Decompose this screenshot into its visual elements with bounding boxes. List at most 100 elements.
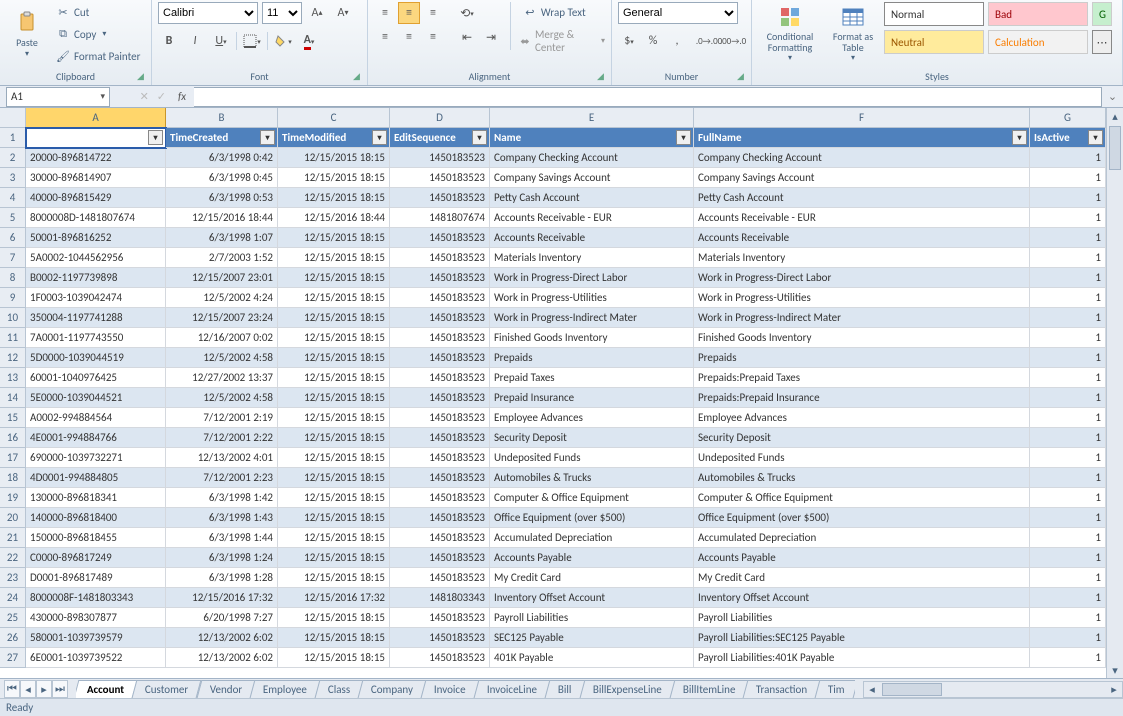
cell[interactable]: 12/15/2015 18:15 <box>278 248 390 268</box>
row-header[interactable]: 1 <box>0 128 26 148</box>
cell[interactable]: 1450183523 <box>390 488 490 508</box>
row-header[interactable]: 21 <box>0 528 26 548</box>
cell[interactable]: 6/20/1998 7:27 <box>166 608 278 628</box>
cell[interactable]: Prepaids:Prepaid Insurance <box>694 388 1030 408</box>
cell[interactable]: 1450183523 <box>390 448 490 468</box>
filter-dropdown-icon[interactable]: ▾ <box>1088 130 1103 145</box>
cell[interactable]: 12/15/2015 18:15 <box>278 348 390 368</box>
cell[interactable]: 2/7/2003 1:52 <box>166 248 278 268</box>
cell[interactable]: Computer & Office Equipment <box>694 488 1030 508</box>
cell[interactable]: 12/15/2015 18:15 <box>278 308 390 328</box>
cell[interactable]: 6/3/1998 1:42 <box>166 488 278 508</box>
cell[interactable]: 12/15/2015 18:15 <box>278 388 390 408</box>
cell[interactable]: Petty Cash Account <box>694 188 1030 208</box>
table-header-cell[interactable]: EditSequence▾ <box>390 128 490 148</box>
cell[interactable]: 12/15/2015 18:15 <box>278 168 390 188</box>
cell[interactable]: 12/15/2015 18:15 <box>278 188 390 208</box>
table-header-cell[interactable]: ListID▾ <box>26 128 166 148</box>
increase-decimal-button[interactable]: .0→.00 <box>698 30 720 52</box>
cell[interactable]: 1450183523 <box>390 188 490 208</box>
name-box[interactable]: A1▾ <box>6 87 110 107</box>
cell[interactable]: 6/3/1998 1:43 <box>166 508 278 528</box>
row-header[interactable]: 7 <box>0 248 26 268</box>
cell[interactable]: Payroll Liabilities:SEC125 Payable <box>694 628 1030 648</box>
currency-button[interactable]: $▾ <box>618 30 640 52</box>
cell[interactable]: 1 <box>1030 208 1106 228</box>
row-header[interactable]: 13 <box>0 368 26 388</box>
cell[interactable]: Employee Advances <box>490 408 694 428</box>
cell[interactable]: 1450183523 <box>390 368 490 388</box>
cell[interactable]: 5A0002-1044562956 <box>26 248 166 268</box>
number-launcher[interactable]: ◢ <box>737 71 749 83</box>
row-header[interactable]: 10 <box>0 308 26 328</box>
align-right-button[interactable]: ≡ <box>422 26 444 48</box>
cell[interactable]: 7A0001-1197743550 <box>26 328 166 348</box>
row-header[interactable]: 17 <box>0 448 26 468</box>
cell[interactable]: 6/3/1998 0:45 <box>166 168 278 188</box>
cell[interactable]: 12/16/2007 0:02 <box>166 328 278 348</box>
style-good[interactable]: G <box>1092 2 1112 26</box>
cell[interactable]: 30000-896814907 <box>26 168 166 188</box>
cell[interactable]: 7/12/2001 2:23 <box>166 468 278 488</box>
row-header[interactable]: 14 <box>0 388 26 408</box>
cell[interactable]: 1450183523 <box>390 228 490 248</box>
cell[interactable]: 1 <box>1030 468 1106 488</box>
cell[interactable]: Security Deposit <box>490 428 694 448</box>
cell[interactable]: 6/3/1998 0:42 <box>166 148 278 168</box>
cell[interactable]: 1 <box>1030 188 1106 208</box>
row-header[interactable]: 18 <box>0 468 26 488</box>
cell[interactable]: My Credit Card <box>694 568 1030 588</box>
cell[interactable]: 1450183523 <box>390 628 490 648</box>
scroll-down-button[interactable]: ▾ <box>1107 662 1123 678</box>
row-header[interactable]: 3 <box>0 168 26 188</box>
column-header-F[interactable]: F <box>694 108 1030 128</box>
cell[interactable]: 12/15/2015 18:15 <box>278 548 390 568</box>
format-as-table-button[interactable]: Format as Table▾ <box>828 2 878 66</box>
vertical-scrollbar[interactable]: ▴ ▾ <box>1106 108 1123 678</box>
cell[interactable]: 1 <box>1030 308 1106 328</box>
row-header[interactable]: 25 <box>0 608 26 628</box>
cell[interactable]: D0001-896817489 <box>26 568 166 588</box>
cell[interactable]: Accounts Receivable <box>694 228 1030 248</box>
cell[interactable]: 60001-1040976425 <box>26 368 166 388</box>
cell[interactable]: 12/13/2002 4:01 <box>166 448 278 468</box>
align-middle-button[interactable]: ≡ <box>398 2 420 24</box>
cell[interactable]: Automobiles & Trucks <box>694 468 1030 488</box>
cell[interactable]: 1 <box>1030 488 1106 508</box>
cell[interactable]: 1 <box>1030 568 1106 588</box>
align-left-button[interactable]: ≡ <box>374 26 396 48</box>
cell[interactable]: Accumulated Depreciation <box>694 528 1030 548</box>
row-header[interactable]: 15 <box>0 408 26 428</box>
next-sheet-button[interactable]: ▸ <box>36 680 52 698</box>
cell[interactable]: 12/15/2016 17:32 <box>166 588 278 608</box>
cell[interactable]: 1450183523 <box>390 148 490 168</box>
scroll-right-button[interactable]: ▸ <box>1106 682 1122 697</box>
wrap-text-button[interactable]: ↩Wrap Text <box>519 2 605 22</box>
cell[interactable]: Office Equipment (over $500) <box>490 508 694 528</box>
cell[interactable]: 20000-896814722 <box>26 148 166 168</box>
cell[interactable]: 12/15/2015 18:15 <box>278 288 390 308</box>
number-format-select[interactable]: General <box>618 2 738 24</box>
row-header[interactable]: 6 <box>0 228 26 248</box>
hscroll-thumb[interactable] <box>882 683 942 696</box>
row-header[interactable]: 8 <box>0 268 26 288</box>
cell[interactable]: 1450183523 <box>390 388 490 408</box>
cell[interactable]: Computer & Office Equipment <box>490 488 694 508</box>
filter-dropdown-icon[interactable]: ▾ <box>372 130 387 145</box>
cell[interactable]: 1 <box>1030 248 1106 268</box>
scroll-up-button[interactable]: ▴ <box>1107 108 1123 124</box>
select-all-corner[interactable] <box>0 108 26 128</box>
cell[interactable]: Accounts Payable <box>490 548 694 568</box>
cell[interactable]: 12/15/2015 18:15 <box>278 468 390 488</box>
cell[interactable]: 690000-1039732271 <box>26 448 166 468</box>
cell[interactable]: Prepaid Insurance <box>490 388 694 408</box>
cell[interactable]: 140000-896818400 <box>26 508 166 528</box>
column-header-G[interactable]: G <box>1030 108 1106 128</box>
increase-indent-button[interactable]: ⇥ <box>480 26 502 48</box>
filter-dropdown-icon[interactable]: ▾ <box>148 130 163 145</box>
vscroll-thumb[interactable] <box>1109 126 1121 170</box>
column-header-A[interactable]: A <box>26 108 166 128</box>
cell[interactable]: 12/15/2015 18:15 <box>278 608 390 628</box>
cell[interactable]: 12/5/2002 4:58 <box>166 388 278 408</box>
row-header[interactable]: 27 <box>0 648 26 668</box>
